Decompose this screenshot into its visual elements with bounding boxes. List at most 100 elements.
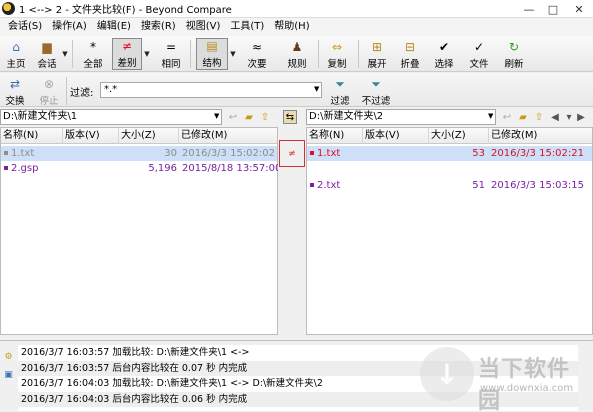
asterisk-icon: * (90, 40, 96, 54)
toolbar-divider (66, 77, 67, 105)
file-name: 2.txt (317, 180, 341, 191)
session-label: 会话 (37, 59, 57, 70)
minimize-icon[interactable]: — (517, 0, 541, 18)
table-row[interactable]: 2.txt 51 2016/3/3 15:03:15 (307, 178, 592, 193)
filter-dropdown-icon[interactable]: ▼ (314, 85, 319, 93)
filter-input[interactable]: *.* (100, 82, 322, 98)
collapse-tree-icon: ⊟ (404, 40, 416, 54)
left-col-modified[interactable]: 已修改(M) (179, 128, 277, 144)
toolbar-divider (72, 40, 73, 68)
right-col-name[interactable]: 名称(N) (307, 128, 363, 144)
funnel-icon: ⏷ (335, 76, 345, 91)
file-icon (310, 151, 314, 155)
table-row[interactable]: 1.txt 30 2016/3/3 15:02:02 (1, 146, 277, 161)
copy-button[interactable]: ⇔ 复制 (324, 38, 350, 70)
left-browse-folder-icon[interactable]: ▰ (242, 110, 256, 124)
menu-session[interactable]: 会话(S) (3, 18, 47, 36)
right-up-folder-icon[interactable]: ⇧ (532, 110, 546, 124)
right-col-size[interactable]: 大小(Z) (429, 128, 489, 144)
title-bar: 1 <--> 2 - 文件夹比较(F) - Beyond Compare — □… (0, 0, 593, 18)
right-history-icon[interactable]: ↩ (500, 110, 514, 124)
expand-button[interactable]: ⊞ 展开 (364, 38, 390, 70)
file-icon (4, 151, 8, 155)
show-all-label: 全部 (83, 59, 103, 70)
main-toolbar: ⌂ 主页 ▆ 会话 ▼ * 全部 ≠ 差别 ▼ = 相同 ▤ 结构 ▼ ≈ 次要… (0, 36, 593, 72)
minor-button[interactable]: ≈ 次要 (244, 38, 270, 70)
file-icon (310, 183, 314, 187)
file-name: 2.gsp (11, 163, 39, 174)
menu-edit[interactable]: 编辑(E) (92, 18, 136, 36)
select-button[interactable]: ✔ 选择 (431, 38, 457, 70)
minor-label: 次要 (247, 59, 267, 70)
table-row[interactable]: 2.gsp 5,196 2015/8/18 13:57:00 (1, 161, 281, 176)
rules-label: 规则 (287, 59, 307, 70)
file-modified: 2016/3/3 15:02:02 (182, 148, 276, 159)
home-button[interactable]: ⌂ 主页 (4, 38, 28, 70)
maximize-icon[interactable]: □ (541, 0, 565, 18)
back-icon[interactable]: ◀ (548, 110, 562, 124)
expand-tree-icon: ⊞ (371, 40, 383, 54)
right-path-input[interactable]: D:\新建文件夹\2 (306, 109, 496, 125)
log-gear-icon[interactable]: ⚙ (3, 351, 14, 362)
sync-folders-icon[interactable]: ⇆ (283, 110, 297, 124)
left-path-bar: D:\新建文件夹\1 ▼ ↩ ▰ ⇧ (0, 108, 278, 126)
right-browse-folder-icon[interactable]: ▰ (516, 110, 530, 124)
table-row[interactable]: 1.txt 53 2016/3/3 15:02:21 (307, 146, 592, 161)
no-filter-button[interactable]: ⏷ 不过滤 (359, 75, 393, 108)
diff-marker-icon: ≠ (279, 140, 305, 167)
right-file-pane: 名称(N) 版本(V) 大小(Z) 已修改(M) 1.txt 53 2016/3… (306, 127, 593, 335)
files-button[interactable]: ✓ 文件 (466, 38, 492, 70)
left-up-folder-icon[interactable]: ⇧ (258, 110, 272, 124)
left-path-dropdown-icon[interactable]: ▼ (214, 112, 219, 120)
filter-button[interactable]: ⏷ 过滤 (327, 75, 353, 108)
left-file-name-cell: 2.gsp (4, 161, 38, 176)
file-modified: 2016/3/3 15:02:21 (491, 148, 585, 159)
approx-icon: ≈ (251, 40, 263, 54)
file-name: 1.txt (317, 148, 341, 159)
file-modified: 2016/3/3 15:03:15 (491, 180, 585, 191)
left-col-version[interactable]: 版本(V) (63, 128, 119, 144)
equal-icon: = (165, 40, 177, 54)
session-dropdown-icon[interactable]: ▼ (61, 41, 69, 67)
left-path-input[interactable]: D:\新建文件夹\1 (0, 109, 222, 125)
show-all-button[interactable]: * 全部 (80, 38, 106, 70)
rules-button[interactable]: ♟ 规则 (284, 38, 310, 70)
right-file-name-cell: 1.txt (310, 146, 340, 161)
forward-icon[interactable]: ▶ (574, 110, 588, 124)
left-column-header: 名称(N) 版本(V) 大小(Z) 已修改(M) (1, 128, 277, 144)
show-diffs-button[interactable]: ≠ 差别 (112, 38, 142, 70)
left-file-pane: 名称(N) 版本(V) 大小(Z) 已修改(M) 1.txt 30 2016/3… (0, 127, 281, 335)
collapse-button[interactable]: ⊟ 折叠 (397, 38, 423, 70)
toolbar-divider (318, 40, 319, 68)
menu-tools[interactable]: 工具(T) (225, 18, 269, 36)
show-same-button[interactable]: = 相同 (158, 38, 184, 70)
menu-search[interactable]: 搜索(R) (136, 18, 181, 36)
right-col-version[interactable]: 版本(V) (363, 128, 429, 144)
log-save-icon[interactable]: ▣ (3, 369, 14, 380)
left-col-size[interactable]: 大小(Z) (119, 128, 179, 144)
right-col-modified[interactable]: 已修改(M) (489, 128, 592, 144)
log-entry: 2016/3/7 16:04:03 后台内容比较在 0.06 秒 内完成 (18, 391, 578, 407)
session-button[interactable]: ▆ 会话 (34, 38, 60, 70)
diffs-dropdown-icon[interactable]: ▼ (143, 41, 151, 67)
right-file-name-cell: 2.txt (310, 178, 340, 193)
copy-label: 复制 (327, 59, 347, 70)
window-controls: — □ ✕ (517, 0, 593, 18)
home-label: 主页 (6, 59, 26, 70)
files-check-icon: ✓ (473, 40, 485, 54)
close-icon[interactable]: ✕ (565, 0, 593, 18)
app-logo-icon (2, 2, 15, 15)
menu-actions[interactable]: 操作(A) (47, 18, 92, 36)
menu-view[interactable]: 视图(V) (181, 18, 226, 36)
refresh-button[interactable]: ↻ 刷新 (501, 38, 527, 70)
swap-button[interactable]: ⇄ 交换 (2, 75, 28, 107)
menu-help[interactable]: 帮助(H) (269, 18, 314, 36)
filter-button-label: 过滤 (330, 96, 350, 107)
left-col-name[interactable]: 名称(N) (1, 128, 63, 144)
structure-dropdown-icon[interactable]: ▼ (229, 41, 237, 67)
stop-button[interactable]: ⊗ 停止 (36, 75, 62, 107)
structure-button[interactable]: ▤ 结构 (196, 38, 228, 70)
file-modified: 2015/8/18 13:57:00 (182, 163, 282, 174)
right-path-dropdown-icon[interactable]: ▼ (488, 112, 493, 120)
left-history-icon[interactable]: ↩ (226, 110, 240, 124)
